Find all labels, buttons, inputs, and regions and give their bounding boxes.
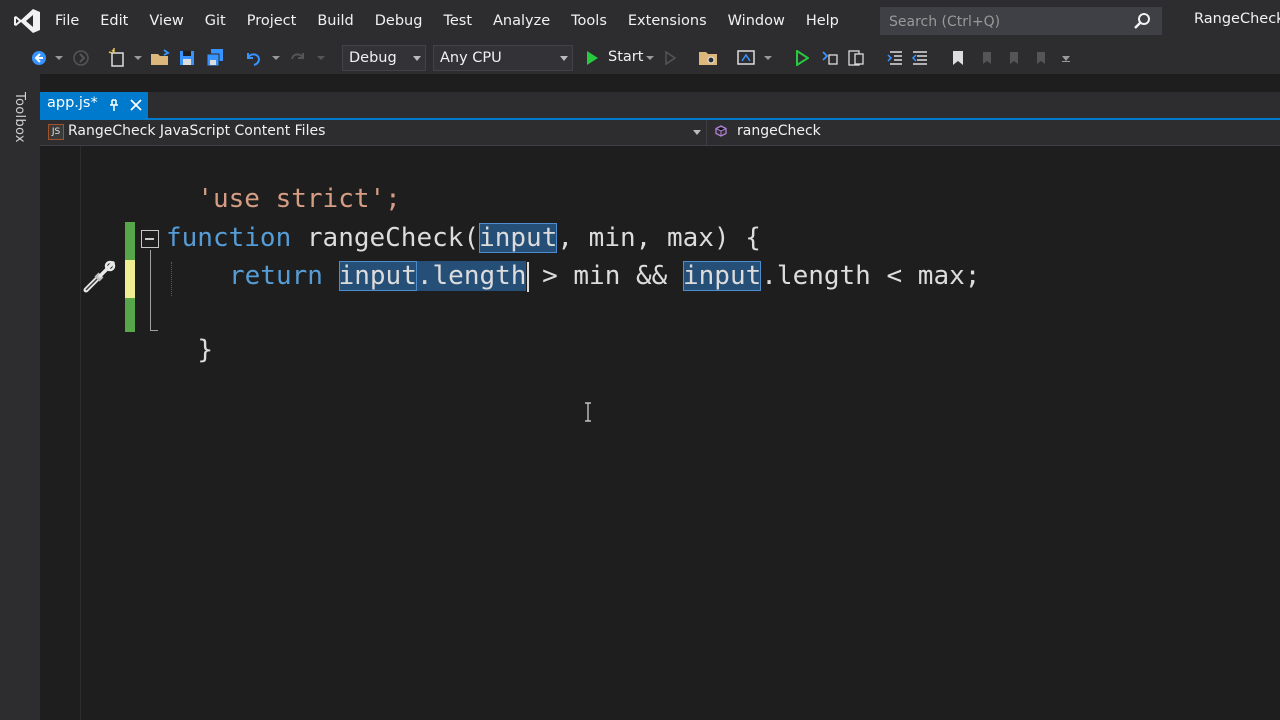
start-dropdown-icon[interactable] <box>644 42 656 74</box>
comparison-tail: .length < max; <box>761 261 981 291</box>
code-line-4[interactable]: } <box>166 296 213 368</box>
menu-window[interactable]: Window <box>717 0 795 42</box>
member-dropdown[interactable]: rangeCheck <box>737 123 821 139</box>
new-project-icon[interactable] <box>106 42 130 74</box>
outline-guide <box>150 250 151 330</box>
ref-input-highlight-1: input <box>338 261 417 291</box>
save-all-icon[interactable] <box>203 42 227 74</box>
menu-help[interactable]: Help <box>795 0 849 42</box>
start-button-label[interactable]: Start <box>608 49 643 65</box>
solution-explorer-icon[interactable] <box>845 42 867 74</box>
code-line-1[interactable]: 'use strict'; <box>166 145 401 217</box>
save-icon[interactable] <box>176 42 198 74</box>
start-icon[interactable] <box>581 42 603 74</box>
menu-project[interactable]: Project <box>236 0 307 42</box>
prev-bookmark-icon <box>976 42 998 74</box>
menu-view[interactable]: View <box>138 0 193 42</box>
redo-dropdown-icon <box>316 42 326 74</box>
menu-bar: File Edit View Git Project Build Debug T… <box>0 0 1280 42</box>
back-icon[interactable] <box>28 42 50 74</box>
param-input-highlight: input <box>479 223 558 253</box>
back-dropdown-icon[interactable] <box>54 42 64 74</box>
platform-dropdown-icon <box>560 56 568 61</box>
selected-length: .length <box>416 261 527 291</box>
undo-dropdown-icon[interactable] <box>271 42 281 74</box>
open-file-icon[interactable] <box>148 42 172 74</box>
change-tracking-unsaved <box>125 260 135 298</box>
function-keyword: function <box>166 223 292 253</box>
toolbox-rail <box>0 74 40 720</box>
closing-brace: } <box>197 335 213 365</box>
main-menu: File Edit View Git Project Build Debug T… <box>44 0 849 42</box>
text-caret <box>527 262 529 292</box>
search-icon[interactable] <box>1133 12 1151 30</box>
editor-gutter <box>40 146 81 720</box>
collapse-icon[interactable] <box>141 230 159 248</box>
pin-icon[interactable] <box>108 98 120 112</box>
close-icon[interactable] <box>129 98 143 112</box>
menu-extensions[interactable]: Extensions <box>617 0 717 42</box>
platform-select[interactable]: Any CPU <box>433 45 573 71</box>
configuration-value: Debug <box>349 50 397 66</box>
params-rest: , min, max) { <box>557 223 761 253</box>
ref-input-highlight-2: input <box>682 261 762 291</box>
open-paren: ( <box>463 223 480 253</box>
navbar-divider <box>706 120 707 145</box>
tab-app-js[interactable]: app.js* <box>40 92 148 118</box>
project-dropdown[interactable]: RangeCheck JavaScript Content Files <box>68 123 325 139</box>
menu-git[interactable]: Git <box>194 0 236 42</box>
comment-icon[interactable] <box>909 42 931 74</box>
screwdriver-icon[interactable] <box>80 258 118 296</box>
redo-icon <box>287 42 309 74</box>
document-tab-strip <box>40 92 1280 118</box>
menu-build[interactable]: Build <box>306 0 363 42</box>
indent-icon[interactable] <box>884 42 906 74</box>
new-dropdown-icon[interactable] <box>133 42 143 74</box>
return-keyword: return <box>229 261 323 291</box>
step-icon[interactable] <box>819 42 841 74</box>
configuration-dropdown-icon <box>413 56 421 61</box>
ibeam-cursor-icon <box>585 402 591 422</box>
toolbox-tab[interactable]: Toolbox <box>12 92 27 143</box>
search-input[interactable] <box>887 8 1131 36</box>
undo-icon[interactable] <box>242 42 264 74</box>
configuration-select[interactable]: Debug <box>342 45 426 71</box>
outline-guide-end <box>150 330 158 331</box>
platform-value: Any CPU <box>440 50 502 66</box>
change-tracking-saved <box>125 222 135 260</box>
code-line-3[interactable]: return input.length > min && input.lengt… <box>229 258 980 294</box>
method-icon <box>715 125 727 137</box>
clear-bookmarks-icon <box>1030 42 1052 74</box>
menu-edit[interactable]: Edit <box>89 0 138 42</box>
browser-link-icon[interactable] <box>734 42 758 74</box>
menu-file[interactable]: File <box>44 0 89 42</box>
solution-name: RangeCheck <box>1194 11 1280 27</box>
search-box[interactable] <box>880 7 1162 36</box>
function-name: rangeCheck <box>306 223 464 253</box>
comparison-middle: > min && <box>526 261 683 291</box>
visual-studio-logo-icon[interactable] <box>13 7 41 35</box>
menu-test[interactable]: Test <box>432 0 482 42</box>
bookmark-icon[interactable] <box>947 42 969 74</box>
forward-icon <box>70 42 92 74</box>
browser-link-dropdown-icon[interactable] <box>762 42 774 74</box>
code-line-2[interactable]: function rangeCheck(input, min, max) { <box>166 220 761 256</box>
use-strict-string: 'use strict'; <box>197 184 401 214</box>
menu-debug[interactable]: Debug <box>364 0 433 42</box>
menu-analyze[interactable]: Analyze <box>482 0 560 42</box>
folder-icon[interactable] <box>696 42 720 74</box>
run-without-debug-icon[interactable] <box>791 42 813 74</box>
js-file-icon: JS <box>48 124 64 140</box>
toolbar-options-icon[interactable] <box>1059 42 1073 74</box>
change-tracking-saved <box>125 298 135 332</box>
project-dropdown-icon[interactable] <box>693 130 701 135</box>
next-bookmark-icon <box>1003 42 1025 74</box>
tab-label: app.js* <box>47 95 98 111</box>
menu-tools[interactable]: Tools <box>560 0 617 42</box>
start-without-debugging-icon <box>661 42 679 74</box>
indent-guide <box>171 262 172 296</box>
